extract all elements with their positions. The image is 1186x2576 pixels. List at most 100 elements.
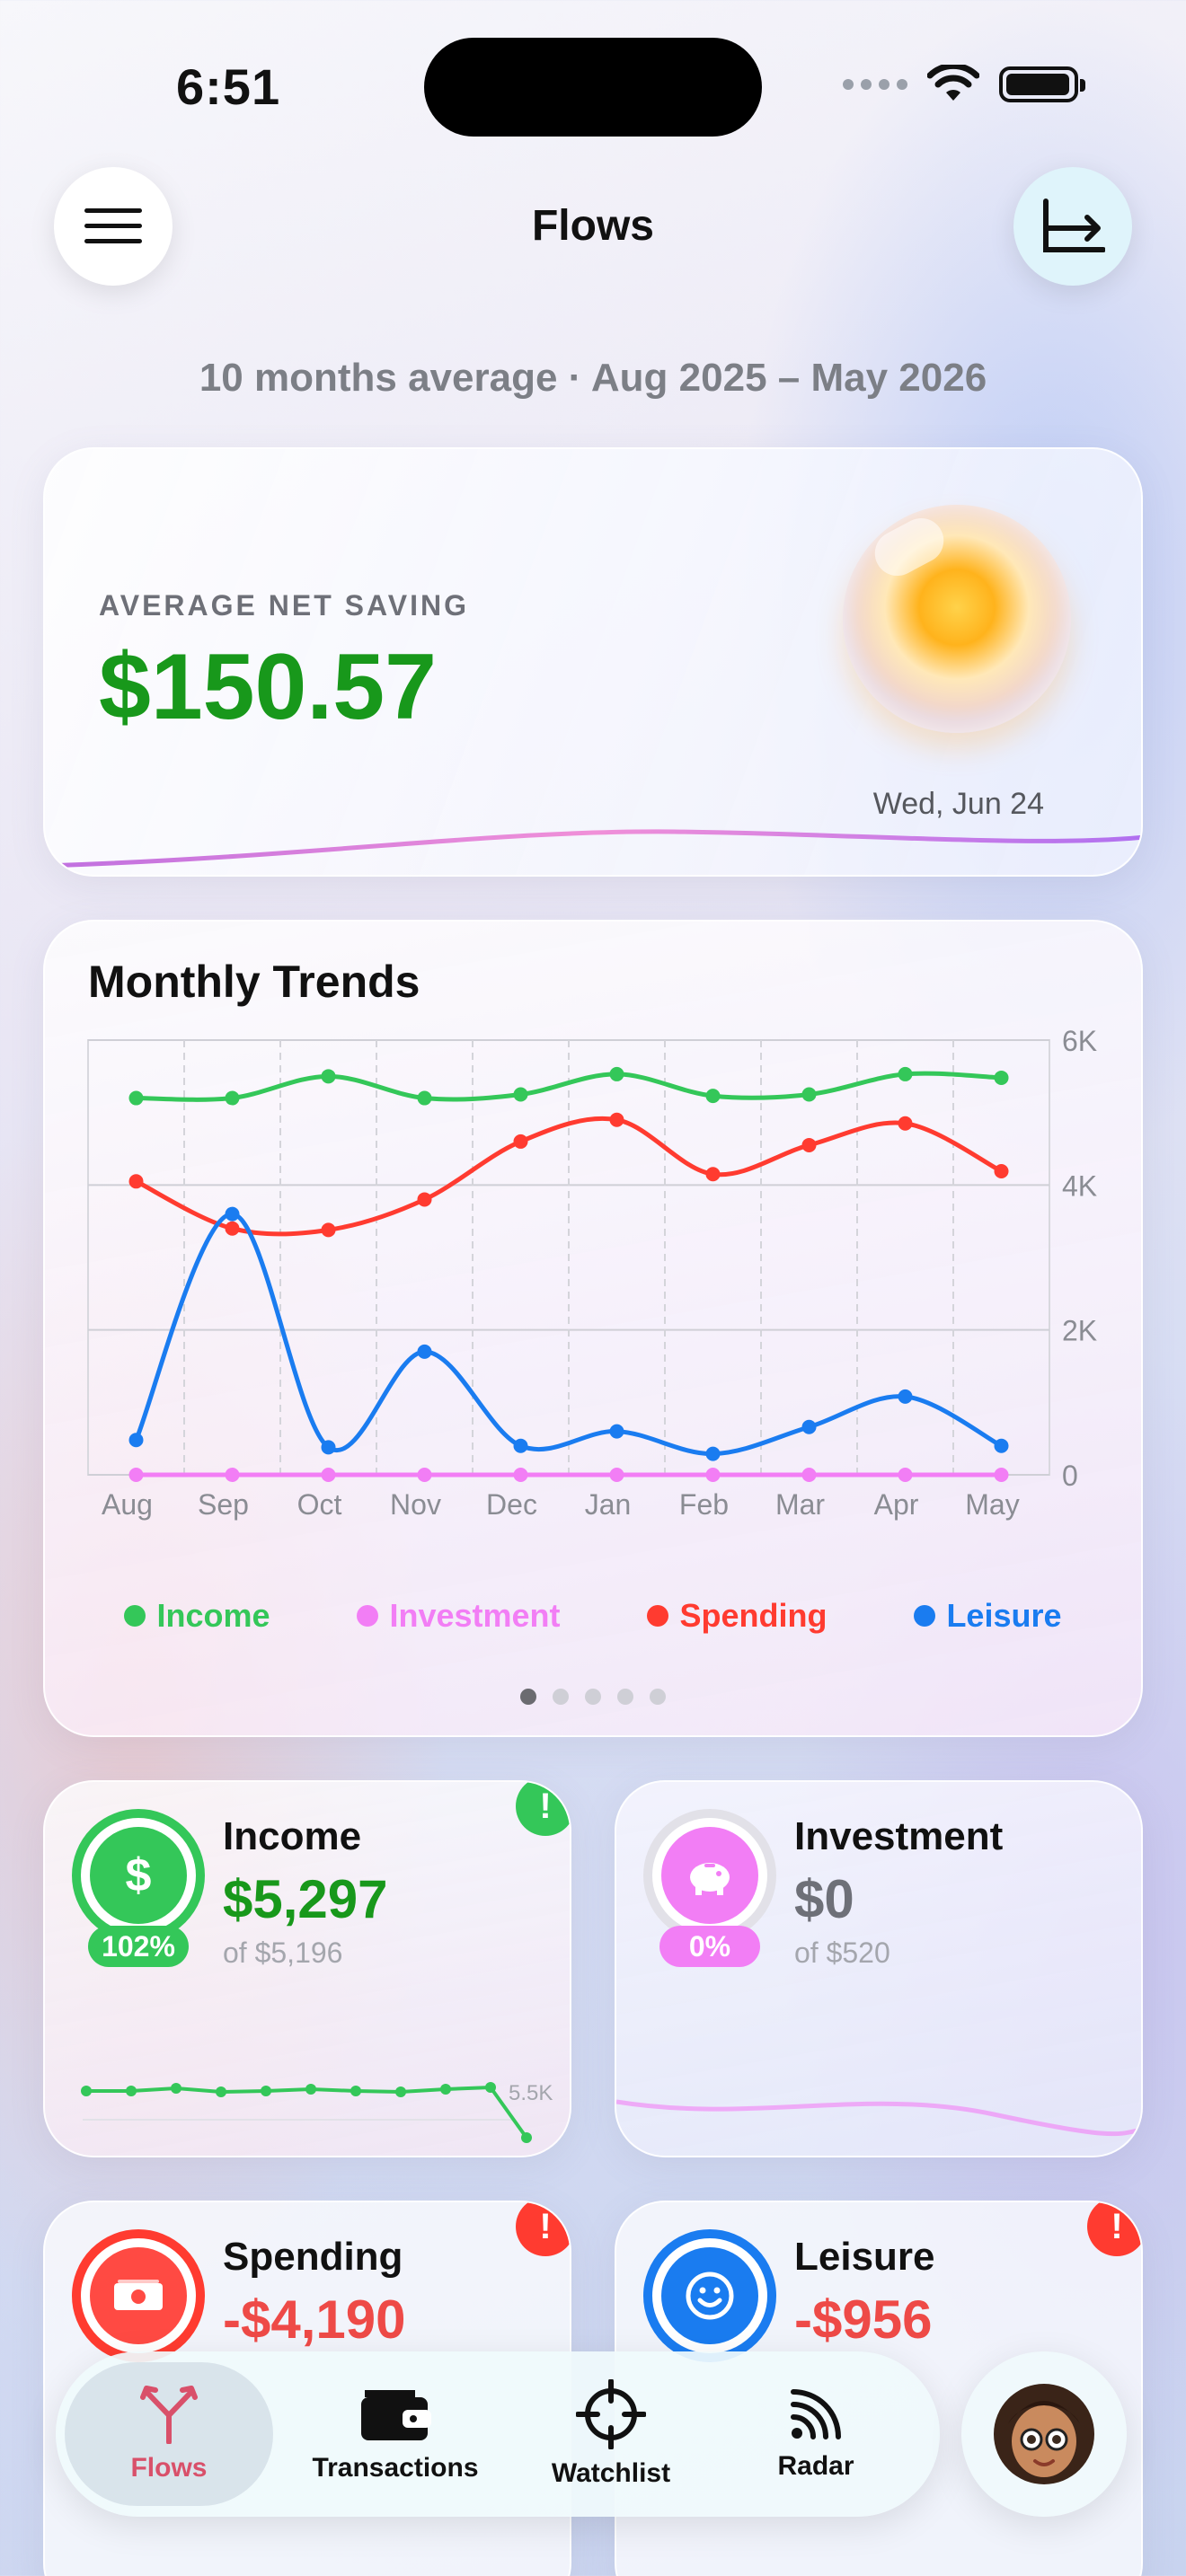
income-alert-badge[interactable]: ! <box>516 1782 570 1836</box>
tab-transactions-label: Transactions <box>312 2453 479 2483</box>
data-point-investment <box>994 1468 1009 1482</box>
fork-arrows-icon <box>140 2386 198 2444</box>
data-point-income <box>321 1069 336 1084</box>
x-tick-label: Sep <box>198 1488 249 1521</box>
x-tick-label: May <box>965 1488 1019 1521</box>
sun-orb-icon <box>843 505 1071 733</box>
income-spark-label: 5.5K <box>509 2081 553 2105</box>
data-point-spending <box>994 1164 1009 1179</box>
net-saving-value: $150.57 <box>99 635 437 739</box>
data-point-spending <box>609 1112 624 1127</box>
page-dot-3[interactable] <box>585 1689 601 1705</box>
legend-income[interactable]: Income <box>124 1597 270 1635</box>
legend-spending[interactable]: Spending <box>647 1597 827 1635</box>
tab-radar[interactable]: Radar <box>721 2351 911 2517</box>
leisure-alert-badge[interactable]: ! <box>1087 2202 1141 2256</box>
signal-waves-icon <box>791 2389 841 2439</box>
data-point-income <box>994 1070 1009 1085</box>
tab-radar-label: Radar <box>777 2451 854 2481</box>
data-point-spending <box>705 1167 721 1182</box>
y-tick-label: 2K <box>1062 1315 1097 1347</box>
x-tick-label: Dec <box>486 1488 537 1521</box>
data-point-leisure <box>513 1438 528 1453</box>
profile-avatar-button[interactable] <box>961 2351 1127 2517</box>
data-point-spending <box>417 1192 432 1207</box>
user-avatar-icon <box>994 2384 1094 2484</box>
data-point-spending <box>225 1221 240 1236</box>
data-point-income <box>705 1089 721 1104</box>
data-point-investment <box>609 1468 624 1482</box>
crosshair-icon <box>576 2379 646 2449</box>
data-point-leisure <box>898 1389 913 1404</box>
income-sparkline: 5.5K <box>81 2081 553 2143</box>
x-tick-label: Oct <box>297 1488 342 1521</box>
chart-axis-arrow-icon <box>1043 198 1105 252</box>
x-tick-label: Feb <box>679 1488 729 1521</box>
x-tick-label: Aug <box>102 1488 153 1521</box>
spending-progress-ring <box>72 2229 205 2362</box>
data-point-spending <box>128 1174 144 1189</box>
x-tick-label: Nov <box>390 1488 441 1521</box>
tab-bar: Flows Transactions Watchlist Radar <box>56 2351 940 2517</box>
leisure-progress-ring <box>643 2229 776 2362</box>
data-point-income <box>609 1066 624 1081</box>
data-point-leisure <box>225 1206 240 1222</box>
y-tick-label: 4K <box>1062 1169 1097 1202</box>
page-dot-5[interactable] <box>650 1689 666 1705</box>
status-icons <box>843 65 1085 104</box>
data-point-leisure <box>801 1419 817 1434</box>
spending-value: -$4,190 <box>223 2289 406 2350</box>
tab-flows[interactable]: Flows <box>65 2351 273 2517</box>
smiley-icon <box>661 2247 758 2344</box>
monthly-trends-card[interactable]: Monthly Trends 6K 4K 2K 0 Aug Sep Oct Nov Dec Jan… <box>43 920 1143 1737</box>
wifi-icon <box>927 65 979 101</box>
data-point-investment <box>321 1468 336 1482</box>
y-tick-label: 6K <box>1062 1025 1097 1057</box>
net-saving-card[interactable]: AVERAGE NET SAVING $150.57 Wed, Jun 24 <box>43 447 1143 877</box>
data-point-leisure <box>705 1446 721 1461</box>
data-point-investment <box>801 1468 817 1482</box>
data-point-investment <box>128 1468 144 1482</box>
data-point-income <box>225 1090 240 1106</box>
page-indicator[interactable] <box>45 1689 1141 1705</box>
chart-view-button[interactable] <box>1013 167 1132 286</box>
data-point-investment <box>225 1468 240 1482</box>
investment-wave <box>616 2099 1141 2137</box>
legend-leisure[interactable]: Leisure <box>914 1597 1062 1635</box>
data-point-leisure <box>321 1440 336 1455</box>
y-tick-label: 0 <box>1062 1460 1078 1492</box>
period-subtitle: 10 months average · Aug 2025 – May 2026 <box>199 356 987 400</box>
x-tick-label: Jan <box>585 1488 632 1521</box>
spending-alert-badge[interactable]: ! <box>516 2202 570 2256</box>
trends-chart: 6K 4K 2K 0 Aug Sep Oct Nov Dec Jan Feb Mar Apr May <box>87 1025 1097 1521</box>
data-point-income <box>801 1087 817 1102</box>
data-point-leisure <box>417 1344 432 1359</box>
data-point-income <box>513 1087 528 1102</box>
data-point-income <box>898 1066 913 1081</box>
investment-card[interactable]: 0% Investment $0 of $520 <box>615 1780 1143 2157</box>
page-dot-1[interactable] <box>520 1689 536 1705</box>
page-dot-4[interactable] <box>617 1689 633 1705</box>
battery-icon <box>999 66 1085 102</box>
tab-watchlist[interactable]: Watchlist <box>516 2351 706 2517</box>
data-point-leisure <box>609 1424 624 1439</box>
wallet-icon <box>361 2390 431 2440</box>
data-point-spending <box>513 1134 528 1149</box>
tab-flows-label: Flows <box>130 2453 208 2483</box>
net-saving-label: AVERAGE NET SAVING <box>99 589 469 622</box>
tab-transactions[interactable]: Transactions <box>291 2351 500 2517</box>
data-point-investment <box>898 1468 913 1482</box>
legend-investment[interactable]: Investment <box>357 1597 561 1635</box>
data-point-investment <box>417 1468 432 1482</box>
data-point-investment <box>705 1468 721 1482</box>
data-point-income <box>417 1090 432 1106</box>
income-card[interactable]: $ 102% Income $5,297 of $5,196 5.5K ! <box>43 1780 571 2157</box>
data-point-spending <box>801 1137 817 1152</box>
spending-title: Spending <box>223 2235 403 2279</box>
decorative-wave <box>45 829 1141 869</box>
leisure-value: -$956 <box>794 2289 933 2350</box>
leisure-title: Leisure <box>794 2235 935 2279</box>
cellular-signal-icon <box>843 79 907 90</box>
page-dot-2[interactable] <box>553 1689 569 1705</box>
data-point-spending <box>898 1116 913 1131</box>
